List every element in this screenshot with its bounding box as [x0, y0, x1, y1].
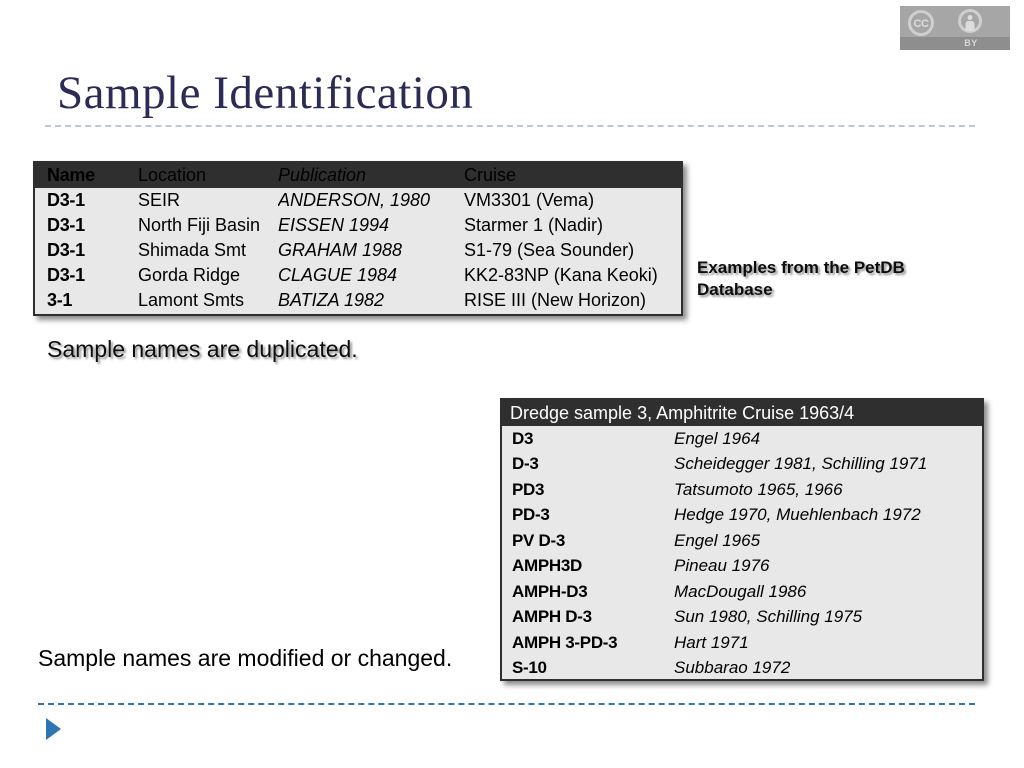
cell-reference: Sun 1980, Schilling 1975	[674, 607, 863, 627]
table-row: AMPH3D Pineau 1976	[502, 554, 982, 580]
cell-name: PD-3	[512, 505, 550, 525]
table-header-row: Dredge sample 3, Amphitrite Cruise 1963/…	[502, 400, 982, 426]
cell-name: D3-1	[47, 265, 85, 285]
cell-cruise: KK2-83NP (Kana Keoki)	[464, 265, 658, 285]
table-row: D3-1 Gorda Ridge CLAGUE 1984 KK2-83NP (K…	[35, 263, 681, 288]
cell-name: D3-1	[47, 190, 85, 210]
page-title: Sample Identification	[57, 67, 474, 119]
person-head-shape	[967, 15, 973, 20]
petdb-source-note: Examples from the PetDB Database	[697, 258, 905, 299]
creative-commons-badge: CC BY	[900, 6, 1010, 50]
cell-name: D3-1	[47, 215, 85, 235]
person-icon	[958, 9, 982, 33]
table-row: S-10 Subbarao 1972	[502, 656, 982, 682]
table-row: PD3 Tatsumoto 1965, 1966	[502, 477, 982, 503]
cell-publication: ANDERSON, 1980	[278, 190, 431, 210]
cell-name: PD3	[512, 479, 545, 499]
cell-reference: Subbarao 1972	[674, 658, 791, 678]
cell-reference: Hedge 1970, Muehlenbach 1972	[674, 505, 921, 525]
cell-name: D3-1	[47, 240, 85, 260]
cell-name: PV D-3	[512, 530, 565, 550]
cell-name: D3	[512, 428, 534, 448]
cell-name: AMPH-D3	[512, 581, 588, 601]
cell-reference: MacDougall 1986	[674, 581, 807, 601]
cell-cruise: RISE III (New Horizon)	[464, 290, 647, 310]
duplicated-names-note: Sample names are duplicated.	[47, 336, 358, 362]
cell-name: AMPH 3-PD-3	[512, 632, 618, 652]
table-row: AMPH D-3 Sun 1980, Schilling 1975	[502, 605, 982, 631]
cell-publication: GRAHAM 1988	[278, 240, 403, 260]
table-row: PD-3 Hedge 1970, Muehlenbach 1972	[502, 503, 982, 529]
table-row: D-3 Scheidegger 1981, Schilling 1971	[502, 452, 982, 478]
cell-location: Shimada Smt	[138, 240, 247, 260]
title-divider	[45, 125, 975, 127]
cell-name: AMPH3D	[512, 556, 582, 576]
cell-name: AMPH D-3	[512, 607, 592, 627]
table-row: PV D-3 Engel 1965	[502, 528, 982, 554]
cell-publication: EISSEN 1994	[278, 215, 390, 235]
table-row: AMPH-D3 MacDougall 1986	[502, 579, 982, 605]
cc-logo-icon: CC	[908, 10, 934, 36]
duplicate-samples-table: Name Location Publication Cruise D3-1 SE…	[33, 161, 683, 316]
table-row: D3-1 Shimada Smt GRAHAM 1988 S1-79 (Sea …	[35, 238, 681, 263]
person-body-shape	[965, 21, 975, 31]
cell-reference: Engel 1965	[674, 530, 761, 550]
table-row: D3-1 North Fiji Basin EISSEN 1994 Starme…	[35, 213, 681, 238]
play-triangle-icon[interactable]	[46, 718, 61, 740]
cell-reference: Pineau 1976	[674, 556, 770, 576]
cell-publication: CLAGUE 1984	[278, 265, 398, 285]
cell-name: D-3	[512, 454, 539, 474]
table-row: 3-1 Lamont Smts BATIZA 1982 RISE III (Ne…	[35, 288, 681, 313]
cell-cruise: Starmer 1 (Nadir)	[464, 215, 604, 235]
cell-reference: Scheidegger 1981, Schilling 1971	[674, 454, 928, 474]
cell-publication: BATIZA 1982	[278, 290, 385, 310]
modified-samples-table: Dredge sample 3, Amphitrite Cruise 1963/…	[500, 398, 984, 681]
cell-reference: Hart 1971	[674, 632, 749, 652]
cell-cruise: S1-79 (Sea Sounder)	[464, 240, 635, 260]
cell-location: North Fiji Basin	[138, 215, 261, 235]
column-header-location: Location	[138, 165, 207, 185]
modified-names-note: Sample names are modified or changed.	[38, 645, 453, 671]
table-row: D3-1 SEIR ANDERSON, 1980 VM3301 (Vema)	[35, 188, 681, 213]
column-header-name: Name	[47, 165, 95, 185]
cell-cruise: VM3301 (Vema)	[464, 190, 595, 210]
cc-by-label: BY	[964, 38, 978, 48]
cell-location: SEIR	[138, 190, 181, 210]
table-header-row: Name Location Publication Cruise	[35, 163, 681, 188]
cell-reference: Tatsumoto 1965, 1966	[674, 479, 843, 499]
column-header-publication: Publication	[278, 165, 367, 185]
cell-location: Gorda Ridge	[138, 265, 241, 285]
cell-location: Lamont Smts	[138, 290, 245, 310]
table-row: AMPH 3-PD-3 Hart 1971	[502, 630, 982, 656]
column-header-cruise: Cruise	[464, 165, 517, 185]
cell-reference: Engel 1964	[674, 428, 761, 448]
footer-divider	[38, 703, 975, 705]
cell-name: S-10	[512, 658, 547, 678]
table-row: D3 Engel 1964	[502, 426, 982, 452]
cell-name: 3-1	[47, 290, 73, 310]
